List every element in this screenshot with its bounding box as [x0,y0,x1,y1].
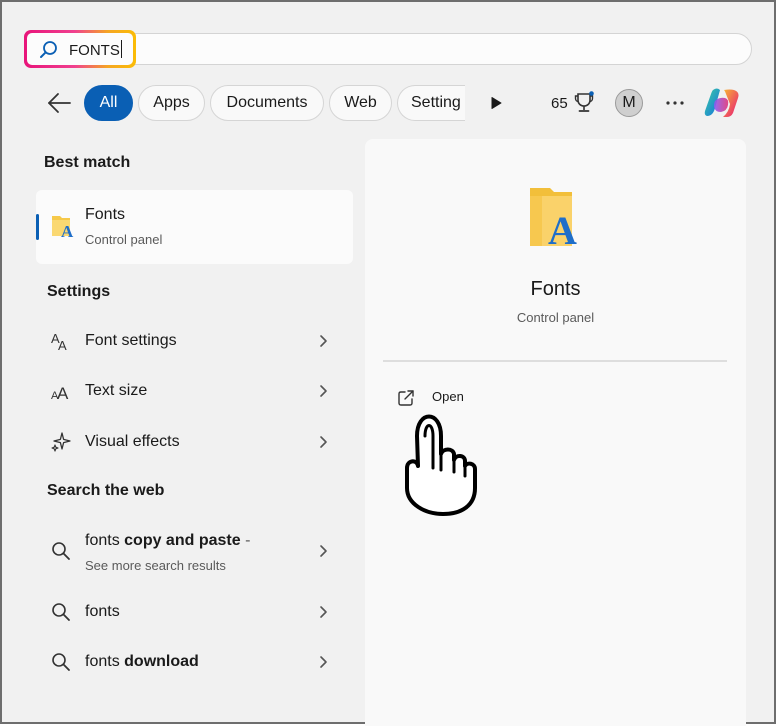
svg-text:A: A [548,208,577,252]
best-match-name: Fonts [85,206,126,223]
play-icon[interactable] [489,96,503,110]
web-result-bold: download [124,653,199,670]
chevron-right-icon [320,545,327,557]
settings-item-label: Visual effects [85,433,180,450]
settings-item-text-size[interactable]: A A Text size [36,369,353,413]
filter-chip-documents[interactable]: Documents [210,85,324,121]
web-result-suffix: - [240,532,251,549]
selection-indicator [36,214,39,240]
text-size-icon: A A [51,384,69,402]
more-icon[interactable] [665,101,685,105]
font-settings-icon: A A [51,331,67,352]
search-window: FONTS All Apps Documents Web Setting 65 … [0,0,776,726]
chevron-right-icon [320,436,327,448]
back-arrow-icon[interactable] [46,92,72,114]
fonts-folder-icon: A [530,188,577,252]
web-result-bold: copy and paste [124,532,241,549]
text-caret [120,40,122,58]
web-result-subtitle: See more search results [85,558,226,573]
divider [383,360,727,362]
svg-text:A: A [58,338,67,352]
sparkle-icon [51,432,71,452]
settings-item-label: Text size [85,382,148,399]
settings-item-visual-effects[interactable]: Visual effects [36,420,353,464]
best-match-subtitle: Control panel [85,232,163,247]
preview-title: Fonts [530,278,581,300]
search-query: FONTS [69,42,120,59]
avatar[interactable]: M [615,89,643,117]
search-icon [40,41,57,58]
settings-item-font-settings[interactable]: A A Font settings [36,319,353,363]
filter-chip-apps[interactable]: Apps [138,85,205,121]
chevron-right-icon [320,606,327,618]
best-match-item[interactable]: A Fonts Control panel [36,190,353,264]
web-result-item[interactable]: fonts [36,590,353,634]
filter-bar: All Apps Documents Web Setting 65 M [2,84,776,124]
filter-chip-all[interactable]: All [84,85,133,121]
search-web-heading: Search the web [47,482,165,499]
search-icon [52,603,70,621]
open-external-icon [398,390,414,406]
web-result-label: fonts [85,603,120,621]
chevron-right-icon [320,385,327,397]
preview-subtitle: Control panel [516,310,595,325]
hand-pointer-icon [405,414,477,516]
web-result-prefix: fonts [85,653,125,670]
filter-chip-settings[interactable]: Setting [397,85,465,121]
copilot-icon[interactable] [703,86,741,120]
chevron-right-icon [320,335,327,347]
best-match-heading: Best match [44,154,131,171]
web-result-prefix: fonts [85,532,125,549]
trophy-icon[interactable] [574,91,596,115]
settings-item-label: Font settings [85,332,177,349]
fonts-folder-icon: A [52,216,74,240]
web-result-label: fonts download [85,653,199,671]
settings-heading: Settings [47,283,111,300]
rewards-points[interactable]: 65 [551,95,568,112]
filter-chip-web[interactable]: Web [329,85,392,121]
search-icon [52,653,70,671]
svg-text:A: A [57,384,69,402]
search-input[interactable]: FONTS [69,40,122,59]
web-result-label: fonts copy and paste - [85,532,250,550]
web-result-item[interactable]: fonts copy and paste - See more search r… [36,516,353,582]
web-result-item[interactable]: fonts download [36,640,353,684]
search-box[interactable]: FONTS [24,30,754,68]
chevron-right-icon [320,656,327,668]
web-result-prefix: fonts [85,603,120,620]
open-label: Open [432,389,464,404]
search-icon [52,542,70,560]
svg-text:A: A [61,222,74,240]
